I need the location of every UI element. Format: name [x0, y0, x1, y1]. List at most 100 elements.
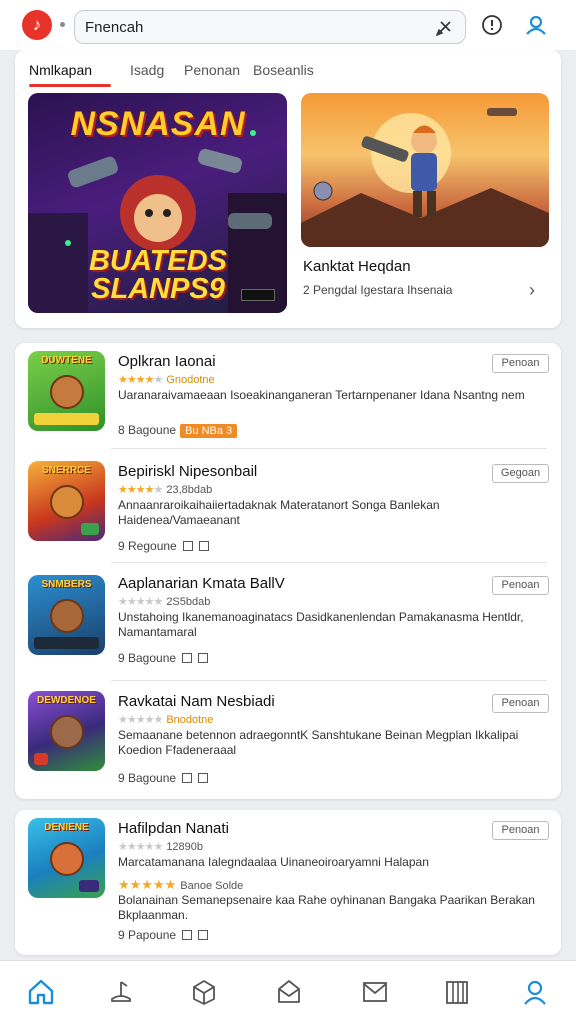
- app-list-card-secondary: DENIENE Hafilpdan Nanati ★★★★★ 12890b Mar…: [15, 810, 561, 955]
- app-meta-text: 9 Bagoune: [118, 771, 177, 785]
- app-icon-check: [81, 523, 99, 535]
- mail-icon[interactable]: [360, 977, 390, 1007]
- tab-featured[interactable]: Nmlkapan: [29, 62, 92, 78]
- library-icon[interactable]: [442, 977, 472, 1007]
- app-icon[interactable]: DENIENE: [28, 818, 105, 898]
- app-icon-label: DEWDENOE: [37, 695, 96, 706]
- list-item[interactable]: SNERRCE Bepiriskl Nipesonbail ★★★★★ 23,8b…: [15, 453, 561, 563]
- clear-search-icon[interactable]: [433, 17, 455, 39]
- app-name[interactable]: Hafilpdan Nanati: [118, 820, 229, 837]
- box-icon: [182, 653, 193, 663]
- featured-banner-left[interactable]: NSNASAN BUATEDS SLANPS9: [28, 93, 287, 313]
- offers-icon[interactable]: [274, 977, 304, 1007]
- box-icon: [182, 541, 193, 551]
- tab-second[interactable]: Isadg: [130, 62, 164, 78]
- tab-third[interactable]: Penonan: [184, 62, 240, 78]
- tab-fourth[interactable]: Boseanlis: [253, 62, 314, 78]
- divider: [111, 680, 547, 681]
- get-button[interactable]: Penoan: [492, 354, 549, 373]
- app-name[interactable]: Oplkran Iaonai: [118, 353, 216, 370]
- divider: [111, 448, 547, 449]
- get-button[interactable]: Gegoan: [492, 464, 549, 483]
- bottom-navigation: [0, 960, 576, 1024]
- profile-icon[interactable]: [524, 13, 548, 37]
- app-meta-text: 9 Papoune: [118, 928, 177, 942]
- box-icon: [182, 773, 193, 783]
- app-icon-label: SNMBERS: [41, 579, 92, 590]
- list-item[interactable]: DUWTENE Oplkran Iaonai ★★★★★ Gnodotne Uar…: [15, 343, 561, 449]
- app-icon-banner: [34, 637, 99, 649]
- star-rating: ★★★★★ 23,8bdab: [118, 484, 213, 496]
- divider: [111, 562, 547, 563]
- star-rating-large: ★★★★★ Banoe Solde: [118, 877, 244, 892]
- banner-art-right: [301, 108, 549, 247]
- list-item[interactable]: DEWDENOE Ravkatai Nam Nesbiadi ★★★★★ Bnod…: [15, 683, 561, 799]
- banner-title: NSNASAN: [70, 105, 246, 143]
- app-description: Uaranaraivamaeaan Isoeakinanganeran Tert…: [118, 388, 525, 402]
- app-icon[interactable]: SNERRCE: [28, 461, 105, 541]
- box-icon: [198, 773, 209, 783]
- app-icon-banner: [79, 880, 99, 892]
- featured-meta: 2 Pengdal Igestara Ihsenaia: [303, 283, 453, 297]
- app-description-secondary: Bolanainan Semanepsenaire kaa Rahe oyhin…: [118, 893, 535, 922]
- info-icon[interactable]: [480, 13, 504, 37]
- active-tab-indicator: [29, 84, 111, 87]
- app-description: Annaanraroikaihaiiertadaknak Materatanor…: [118, 498, 440, 527]
- app-description: Unstahoing Ikanemanoaginatacs Dasidkanen…: [118, 610, 524, 639]
- app-icon-character: [50, 375, 84, 409]
- featured-title[interactable]: Kanktat Heqdan: [303, 258, 411, 275]
- featured-banner-right[interactable]: ⌄: [301, 93, 549, 247]
- app-description: Marcatamanana Ialegndaalaa Uinaneoiroary…: [118, 855, 429, 869]
- banner-subtitle: BUATEDS SLANPS9: [88, 245, 228, 305]
- chevron-right-icon[interactable]: ›: [529, 280, 535, 301]
- app-icon-character: [50, 715, 84, 749]
- app-name[interactable]: Bepiriskl Nipesonbail: [118, 463, 257, 480]
- app-icon-label: DUWTENE: [41, 355, 92, 366]
- star-rating: ★★★★★ Gnodotne: [118, 374, 215, 386]
- app-meta: 9 Regoune: [118, 539, 209, 553]
- app-icon-character: [50, 842, 84, 876]
- app-icon-character: [50, 485, 84, 519]
- get-button[interactable]: Penoan: [492, 694, 549, 713]
- box-icon: [198, 653, 209, 663]
- star-rating: ★★★★★ 2S5bdab: [118, 596, 211, 608]
- app-icon[interactable]: DUWTENE: [28, 351, 105, 431]
- box-icon: [198, 541, 209, 551]
- apps-icon[interactable]: [189, 977, 219, 1007]
- games-icon[interactable]: [106, 977, 136, 1007]
- app-icon-character: [50, 599, 84, 633]
- home-icon[interactable]: [26, 977, 56, 1007]
- search-field[interactable]: Fnencah: [74, 10, 466, 44]
- star-rating: ★★★★★ Bnodotne: [118, 714, 214, 726]
- app-icon-banner: [34, 413, 99, 425]
- get-button[interactable]: Penoan: [492, 576, 549, 595]
- search-input[interactable]: Fnencah: [85, 19, 143, 36]
- featured-card: Nmlkapan Isadg Penonan Boseanlis NSNASAN…: [15, 50, 561, 328]
- app-icon[interactable]: SNMBERS: [28, 575, 105, 655]
- app-name[interactable]: Aaplanarian Kmata BallV: [118, 575, 285, 592]
- box-icon: [198, 930, 209, 940]
- rating-badge: [241, 289, 275, 301]
- menu-dot-icon[interactable]: [60, 22, 65, 27]
- app-list-card: DUWTENE Oplkran Iaonai ★★★★★ Gnodotne Uar…: [15, 343, 561, 799]
- app-name[interactable]: Ravkatai Nam Nesbiadi: [118, 693, 275, 710]
- app-meta: 9 Bagoune: [118, 651, 209, 665]
- get-button[interactable]: Penoan: [492, 821, 549, 840]
- app-icon[interactable]: DEWDENOE: [28, 691, 105, 771]
- account-icon[interactable]: [520, 977, 550, 1007]
- app-meta: 8 Bagoune Bu NBa 3: [118, 423, 238, 438]
- list-item[interactable]: SNMBERS Aaplanarian Kmata BallV ★★★★★ 2S5…: [15, 565, 561, 681]
- rating-text: Gnodotne: [166, 374, 215, 386]
- app-meta-text: 9 Bagoune: [118, 651, 177, 665]
- star-rating: ★★★★★ 12890b: [118, 841, 204, 853]
- app-logo[interactable]: ♪: [22, 10, 52, 40]
- app-icon-label: SNERRCE: [42, 465, 91, 476]
- list-item[interactable]: DENIENE Hafilpdan Nanati ★★★★★ 12890b Mar…: [15, 810, 561, 955]
- rating-text-secondary: Banoe Solde: [180, 880, 244, 892]
- app-meta: 9 Bagoune: [118, 771, 209, 785]
- app-icon-flag: [34, 753, 48, 765]
- app-description: Semaanane betennon adraegonntK Sanshtuka…: [118, 728, 519, 757]
- app-icon-label: DENIENE: [44, 822, 89, 833]
- rating-text: 2S5bdab: [166, 596, 211, 608]
- box-icon: [182, 930, 193, 940]
